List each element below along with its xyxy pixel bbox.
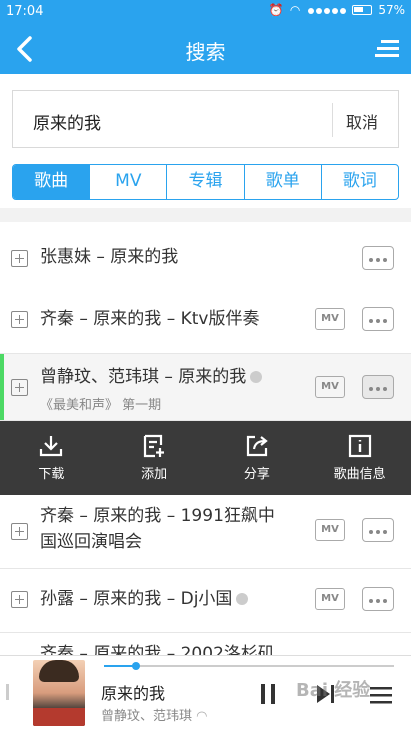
add-icon[interactable] xyxy=(11,311,28,328)
download-icon xyxy=(40,436,63,457)
share-label: 分享 xyxy=(243,467,270,482)
more-options-button[interactable] xyxy=(362,518,394,542)
wifi-icon: ◠ xyxy=(289,3,301,17)
add-to-list-icon xyxy=(144,434,165,458)
status-bar: 17:04 ⏰ ◠ 57% xyxy=(0,0,411,24)
mv-badge[interactable]: MV xyxy=(315,308,345,330)
list-item[interactable]: 张惠妹 – 原来的我 xyxy=(0,222,411,294)
share-button[interactable]: 分享 xyxy=(206,421,309,495)
tab-mv[interactable]: MV xyxy=(89,165,166,199)
tab-lyrics[interactable]: 歌词 xyxy=(320,165,398,199)
progress-bar[interactable] xyxy=(104,662,394,670)
wifi-icon: ◠ xyxy=(196,709,208,724)
list-item[interactable]: 齐秦 – 原来的我 – 1991狂飙中 国巡回演唱会 MV xyxy=(0,495,411,569)
pause-button[interactable] xyxy=(261,684,275,704)
search-panel: 原来的我 取消 歌曲 MV 专辑 歌单 歌词 xyxy=(0,74,411,208)
tab-albums[interactable]: 专辑 xyxy=(166,165,243,199)
search-type-tabs: 歌曲 MV 专辑 歌单 歌词 xyxy=(12,164,399,200)
add-button[interactable]: 添加 xyxy=(103,421,206,495)
divider xyxy=(332,103,333,137)
list-item[interactable]: 孙露 – 原来的我 – Dj小国 MV xyxy=(0,569,411,633)
drag-handle[interactable] xyxy=(6,684,9,700)
song-title: 齐秦 – 原来的我 – Ktv版伴奏 xyxy=(40,309,260,329)
artist-text: 曾静玟、范玮琪 xyxy=(101,709,193,724)
add-icon[interactable] xyxy=(11,523,28,540)
add-icon[interactable] xyxy=(11,250,28,267)
cover-hair-shape xyxy=(39,660,79,682)
album-cover[interactable] xyxy=(33,660,85,726)
now-playing-marker xyxy=(0,354,4,420)
song-title-text: 曾静玟、范玮琪 – 原来的我 xyxy=(40,367,247,387)
tab-songs[interactable]: 歌曲 xyxy=(13,165,90,199)
search-input[interactable]: 原来的我 xyxy=(33,109,101,134)
song-title-text: 孙露 – 原来的我 – Dj小国 xyxy=(40,589,233,609)
song-action-bar: 下载 添加 分享 歌曲信息 xyxy=(0,421,411,495)
add-icon[interactable] xyxy=(11,591,28,608)
song-title: 张惠妹 – 原来的我 xyxy=(40,247,179,267)
song-title-line2: 国巡回演唱会 xyxy=(40,532,142,552)
mv-badge[interactable]: MV xyxy=(315,588,345,610)
progress-knob[interactable] xyxy=(131,662,140,670)
menu-icon[interactable] xyxy=(375,38,399,60)
info-icon xyxy=(348,434,371,458)
more-options-button[interactable] xyxy=(362,307,394,331)
song-subtitle: 《最美和声》 第一期 xyxy=(40,398,162,413)
add-icon[interactable] xyxy=(11,379,28,396)
download-button[interactable]: 下载 xyxy=(0,421,103,495)
cancel-button[interactable]: 取消 xyxy=(346,109,378,133)
song-title: 孙露 – 原来的我 – Dj小国 xyxy=(40,586,249,612)
cover-shirt-shape xyxy=(33,708,85,726)
hq-icon xyxy=(236,593,249,605)
status-time: 17:04 xyxy=(6,4,44,19)
search-box[interactable]: 原来的我 取消 xyxy=(12,90,399,148)
song-title: 曾静玟、范玮琪 – 原来的我 xyxy=(40,364,263,390)
more-options-button[interactable] xyxy=(362,587,394,611)
nav-bar: 搜索 xyxy=(0,24,411,74)
mv-badge[interactable]: MV xyxy=(315,519,345,541)
signal-icon xyxy=(306,3,347,17)
share-icon xyxy=(246,435,268,457)
more-options-button[interactable] xyxy=(362,375,394,399)
song-info-label: 歌曲信息 xyxy=(333,467,386,482)
watermark: Bai 经验 xyxy=(296,680,371,701)
tab-playlists[interactable]: 歌单 xyxy=(243,165,321,199)
page-title: 搜索 xyxy=(185,40,226,64)
now-playing-title: 原来的我 xyxy=(101,684,166,703)
list-item[interactable]: 齐秦 – 原来的我 – Ktv版伴奏 MV xyxy=(0,286,411,354)
alarm-icon: ⏰ xyxy=(268,3,284,17)
list-item-selected[interactable]: 曾静玟、范玮琪 – 原来的我 《最美和声》 第一期 MV xyxy=(0,354,411,421)
playlist-icon[interactable] xyxy=(370,686,392,704)
status-icons: ⏰ ◠ 57% xyxy=(269,3,405,17)
add-label: 添加 xyxy=(141,467,168,482)
top-bar: 17:04 ⏰ ◠ 57% 搜索 xyxy=(0,0,411,74)
mv-badge[interactable]: MV xyxy=(315,376,345,398)
song-title-line1: 齐秦 – 原来的我 – 1991狂飙中 xyxy=(40,506,275,526)
song-info-button[interactable]: 歌曲信息 xyxy=(308,421,411,495)
more-options-button[interactable] xyxy=(362,246,394,270)
battery-icon xyxy=(352,5,373,15)
battery-percent: 57% xyxy=(378,3,405,17)
download-label: 下载 xyxy=(38,467,65,482)
now-playing-artist: 曾静玟、范玮琪 ◠ xyxy=(101,705,208,724)
hq-icon xyxy=(250,371,263,383)
